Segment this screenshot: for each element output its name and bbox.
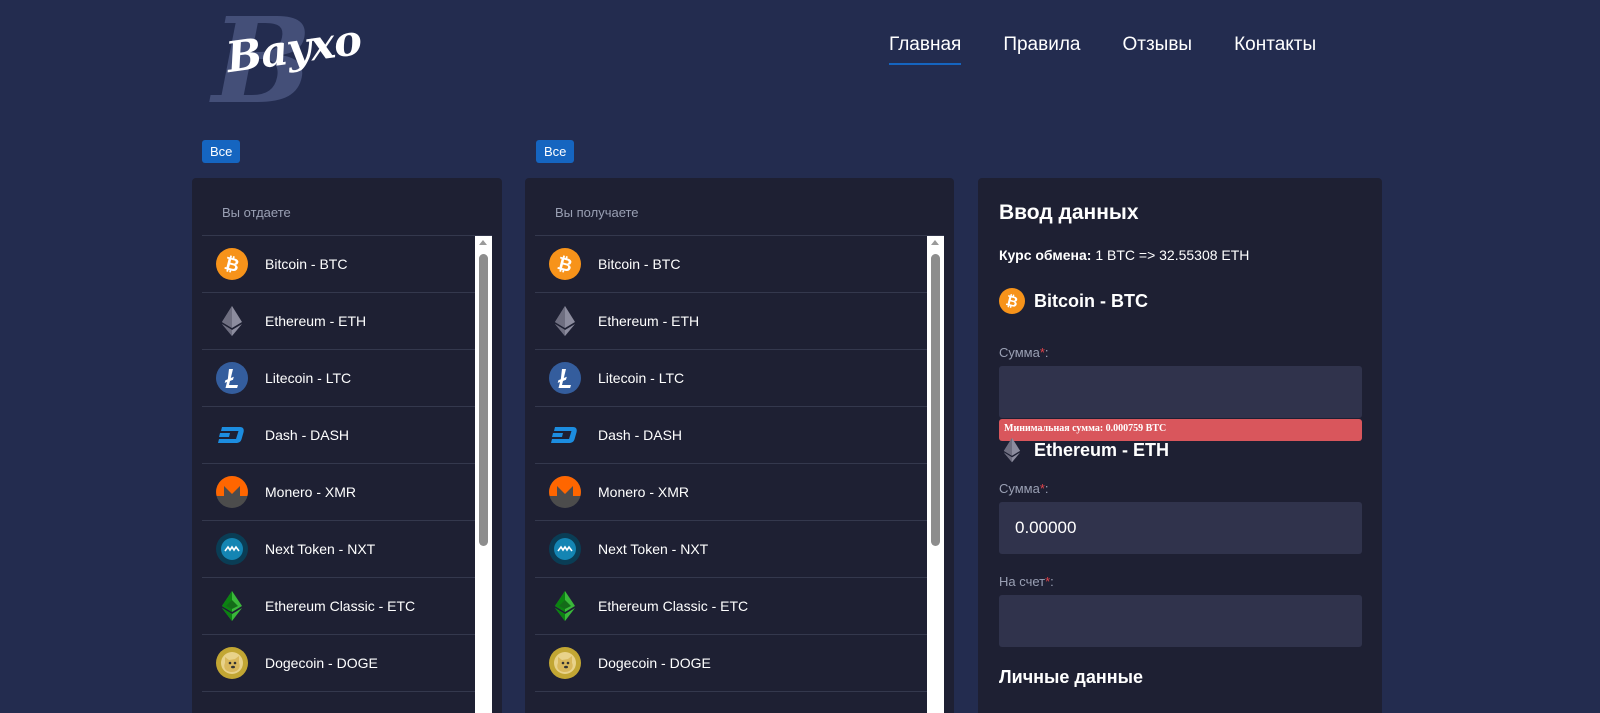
give-currency-item[interactable]: Ethereum Classic - ETC <box>202 578 475 635</box>
nav-contacts[interactable]: Контакты <box>1234 34 1316 65</box>
give-currency-label: Bitcoin - BTC <box>265 256 348 272</box>
get-currency-label: Ethereum - ETH <box>598 313 700 329</box>
get-filter-all-button[interactable]: Все <box>536 140 575 163</box>
get-currency-item[interactable]: Ethereum - ETH <box>535 293 927 350</box>
give-currency-item[interactable]: Ethereum - ETH <box>202 293 475 350</box>
get-currency-item[interactable]: Monero - XMR <box>535 464 927 521</box>
scroll-up-arrow-icon[interactable] <box>479 240 487 245</box>
rate-label: Курс обмена: <box>999 247 1092 263</box>
give-currency-item[interactable]: Dogecoin - DOGE <box>202 635 475 692</box>
get-currency-label: Dogecoin - DOGE <box>598 655 711 671</box>
account-label-text: На счет <box>999 574 1046 589</box>
give-currency-label: Dash - DASH <box>265 427 350 443</box>
give-currency-label: Ethereum - ETH <box>265 313 367 329</box>
form-title: Ввод данных <box>999 201 1139 224</box>
get-currency-label: Bitcoin - BTC <box>598 256 681 272</box>
get-amount-label: Сумма*: <box>999 481 1049 496</box>
label-colon: : <box>1044 345 1049 360</box>
give-currency-item[interactable]: ₿ Bitcoin - BTC <box>202 236 475 293</box>
logo[interactable]: B Bayxo <box>212 2 364 120</box>
give-currency-label: Next Token - NXT <box>265 541 376 557</box>
get-currency-item[interactable]: Litecoin - LTC <box>535 350 927 407</box>
nav-home[interactable]: Главная <box>889 34 962 65</box>
get-currency-item[interactable]: Dash - DASH <box>535 407 927 464</box>
nav-rules[interactable]: Правила <box>1003 34 1080 65</box>
label-colon: : <box>1044 481 1049 496</box>
main-nav: Главная Правила Отзывы Контакты <box>889 34 1358 65</box>
exchange-form-panel: Ввод данных Курс обмена: 1 BTC => 32.553… <box>978 178 1382 713</box>
monero-icon <box>549 476 581 508</box>
litecoin-icon <box>549 362 581 394</box>
bitcoin-icon: ₿ <box>549 248 581 280</box>
ethereum-icon <box>999 437 1034 463</box>
give-panel-title: Вы отдаете <box>222 205 291 220</box>
ethereum-classic-icon <box>216 590 248 622</box>
give-currency-label: Monero - XMR <box>265 484 357 500</box>
get-panel-title: Вы получаете <box>555 205 639 220</box>
dogecoin-icon <box>549 647 581 679</box>
scroll-up-arrow-icon[interactable] <box>931 240 939 245</box>
account-input[interactable] <box>999 595 1362 647</box>
give-amount-label-text: Сумма <box>999 345 1040 360</box>
give-amount-input[interactable] <box>999 366 1362 418</box>
give-amount-label: Сумма*: <box>999 345 1049 360</box>
get-currency-label: Ethereum Classic - ETC <box>598 598 749 614</box>
get-currency-panel: Вы получаете ₿ Bitcoin - BTC Ethereum - ET… <box>525 178 954 713</box>
scroll-thumb[interactable] <box>931 254 940 546</box>
get-currency-item[interactable]: Dogecoin - DOGE <box>535 635 927 692</box>
give-currency-label: Dogecoin - DOGE <box>265 655 378 671</box>
give-currency-label: Ethereum Classic - ETC <box>265 598 416 614</box>
give-list-scrollbar[interactable] <box>475 236 492 713</box>
dash-icon <box>549 419 581 451</box>
personal-data-heading: Личные данные <box>999 667 1143 687</box>
give-currency-item[interactable]: Monero - XMR <box>202 464 475 521</box>
give-currency-item[interactable]: Litecoin - LTC <box>202 350 475 407</box>
get-currency-item[interactable]: ₿ Bitcoin - BTC <box>535 236 927 293</box>
ethereum-icon <box>549 305 581 337</box>
account-label: На счет*: <box>999 574 1054 589</box>
bitcoin-icon: ₿ <box>999 288 1034 314</box>
get-currency-label: Litecoin - LTC <box>598 370 685 386</box>
nav-reviews[interactable]: Отзывы <box>1122 34 1192 65</box>
give-currency-name: Bitcoin - BTC <box>1034 290 1148 311</box>
nxt-icon <box>549 533 581 565</box>
get-list-scrollbar[interactable] <box>927 236 944 713</box>
get-currency-item[interactable]: Ethereum Classic - ETC <box>535 578 927 635</box>
rate-value: 1 BTC => 32.55308 ETH <box>1095 247 1250 263</box>
get-currency-label: Monero - XMR <box>598 484 690 500</box>
bitcoin-icon: ₿ <box>216 248 248 280</box>
get-currency-label: Next Token - NXT <box>598 541 709 557</box>
nxt-icon <box>216 533 248 565</box>
get-currency-name: Ethereum - ETH <box>1034 439 1170 460</box>
exchange-rate: Курс обмена: 1 BTC => 32.55308 ETH <box>999 247 1249 263</box>
give-currency-item[interactable]: Dash - DASH <box>202 407 475 464</box>
get-amount-input[interactable] <box>999 502 1362 554</box>
dogecoin-icon <box>216 647 248 679</box>
give-currency-heading: ₿ Bitcoin - BTC <box>999 288 1148 314</box>
get-currency-label: Dash - DASH <box>598 427 683 443</box>
scroll-thumb[interactable] <box>479 254 488 546</box>
get-amount-label-text: Сумма <box>999 481 1040 496</box>
get-currency-item[interactable]: Next Token - NXT <box>535 521 927 578</box>
give-filter-all-button[interactable]: Все <box>202 140 241 163</box>
ethereum-icon <box>216 305 248 337</box>
monero-icon <box>216 476 248 508</box>
get-currency-list: ₿ Bitcoin - BTC Ethereum - ETH Litecoin - L… <box>535 236 927 692</box>
give-currency-panel: Вы отдаете ₿ Bitcoin - BTC Ethereum - ETH L… <box>192 178 502 713</box>
litecoin-icon <box>216 362 248 394</box>
get-currency-heading: Ethereum - ETH <box>999 437 1169 463</box>
label-colon: : <box>1050 574 1054 589</box>
ethereum-classic-icon <box>549 590 581 622</box>
dash-icon <box>216 419 248 451</box>
give-currency-item[interactable]: Next Token - NXT <box>202 521 475 578</box>
give-currency-label: Litecoin - LTC <box>265 370 352 386</box>
give-currency-list: ₿ Bitcoin - BTC Ethereum - ETH Litecoin - L… <box>202 236 475 692</box>
